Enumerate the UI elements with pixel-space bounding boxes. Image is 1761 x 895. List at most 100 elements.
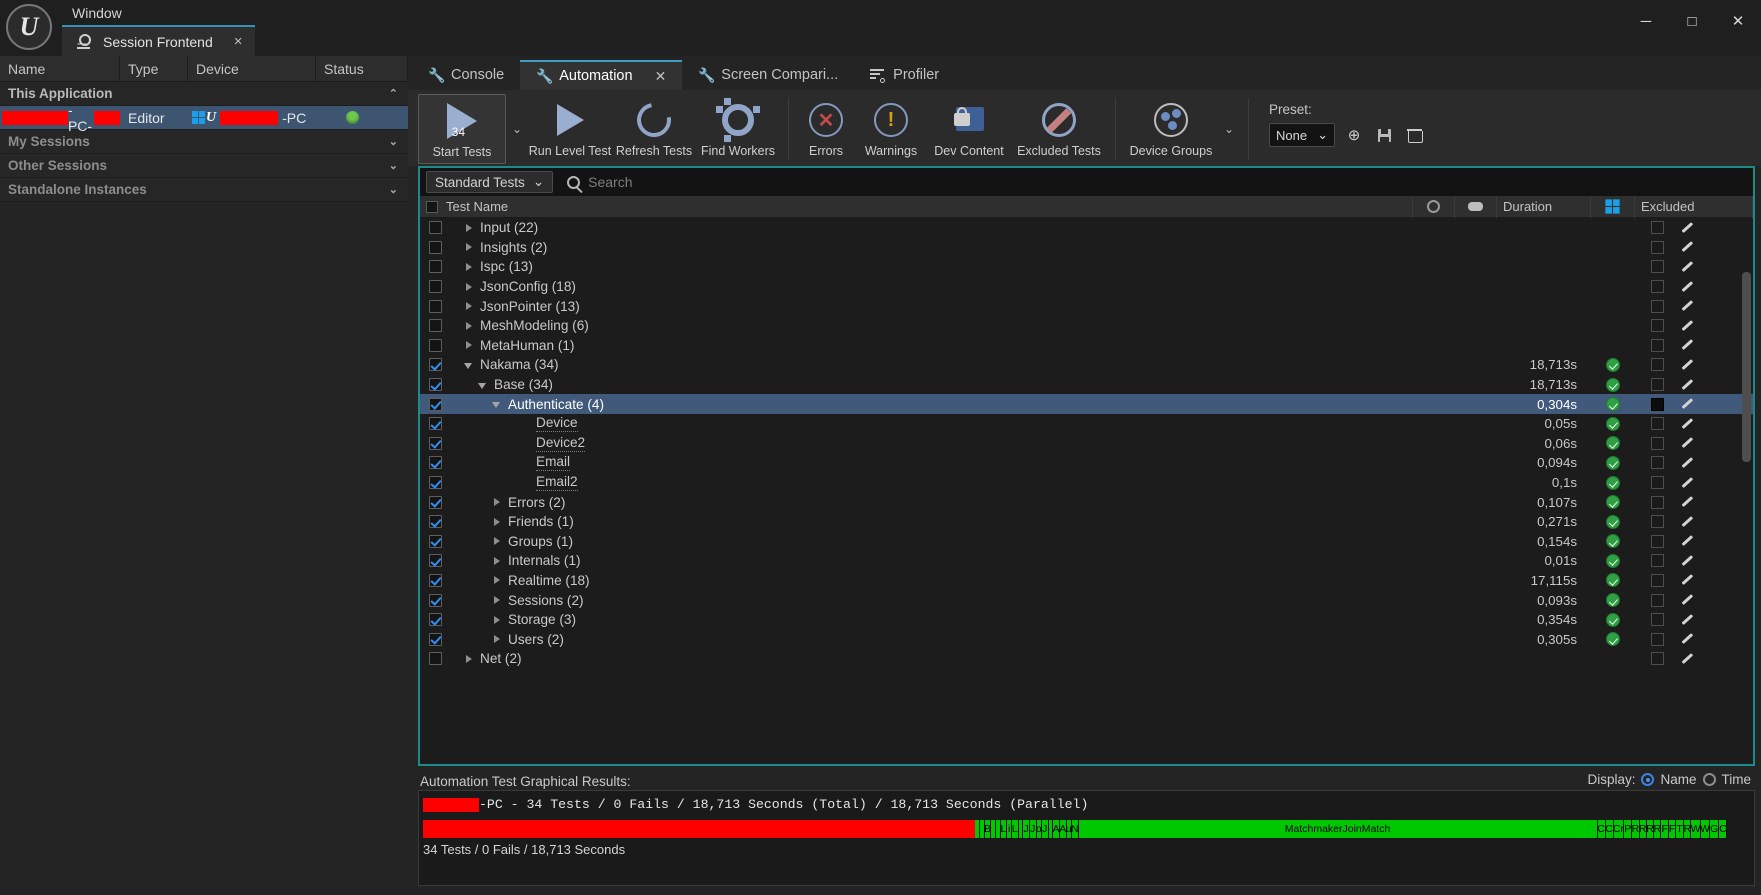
find-workers-button[interactable]: Find Workers <box>696 94 780 164</box>
header-duration[interactable]: Duration <box>1497 196 1591 218</box>
row-excluded-checkbox[interactable] <box>1651 535 1664 548</box>
row-checkbox[interactable] <box>429 535 442 548</box>
table-row[interactable]: MetaHuman (1) <box>420 336 1753 356</box>
timeline-segment[interactable]: J <box>1023 820 1030 838</box>
row-excluded-checkbox[interactable] <box>1651 319 1664 332</box>
timeline-segment[interactable]: A <box>1053 820 1060 838</box>
row-excluded-checkbox[interactable] <box>1651 613 1664 626</box>
dev-content-button[interactable]: Dev Content <box>927 94 1011 164</box>
timeline-segment[interactable]: L <box>1001 820 1008 838</box>
timeline-segment[interactable]: G <box>1710 820 1719 838</box>
test-tree[interactable]: Input (22)Insights (2)Ispc (13)JsonConfi… <box>420 218 1753 764</box>
start-tests-dropdown-caret-icon[interactable]: ⌄ <box>506 94 528 164</box>
timeline-segment[interactable]: N <box>1072 820 1079 838</box>
expand-arrow-open-icon[interactable] <box>492 399 502 409</box>
edit-pencil-icon[interactable] <box>1680 378 1694 392</box>
row-excluded-checkbox[interactable] <box>1651 398 1664 411</box>
row-checkbox[interactable] <box>429 260 442 273</box>
run-level-test-button[interactable]: Run Level Test <box>528 94 612 164</box>
timeline-segment[interactable]: C <box>1719 820 1727 838</box>
results-timeline[interactable]: BLiLJJoJAAuNMatchmakerJoinMatchCCCrPRRRR… <box>423 820 1754 838</box>
timeline-segment[interactable]: A <box>1060 820 1067 838</box>
table-row[interactable]: Input (22) <box>420 218 1753 238</box>
row-checkbox[interactable] <box>429 398 442 411</box>
maximize-button[interactable]: □ <box>1669 0 1715 42</box>
delete-preset-button[interactable] <box>1403 124 1425 146</box>
row-excluded-checkbox[interactable] <box>1651 476 1664 489</box>
header-excluded[interactable]: Excluded <box>1635 196 1753 218</box>
timeline-segment[interactable]: T <box>1676 820 1684 838</box>
table-row[interactable]: Friends (1)0,271s <box>420 512 1753 532</box>
timeline-segment[interactable]: MatchmakerJoinMatch <box>1079 820 1598 838</box>
timeline-segment[interactable]: P <box>1624 820 1632 838</box>
refresh-tests-button[interactable]: Refresh Tests <box>612 94 696 164</box>
timeline-segment[interactable]: F <box>1661 820 1668 838</box>
table-row[interactable]: Device20,06s <box>420 434 1753 454</box>
expand-arrow-closed-icon[interactable] <box>492 615 502 625</box>
edit-pencil-icon[interactable] <box>1680 534 1694 548</box>
timeline-segment[interactable]: R <box>1640 820 1647 838</box>
table-row[interactable]: Base (34)18,713s <box>420 375 1753 395</box>
row-checkbox[interactable] <box>429 476 442 489</box>
edit-pencil-icon[interactable] <box>1680 573 1694 587</box>
device-groups-caret-icon[interactable]: ⌄ <box>1218 94 1240 164</box>
edit-pencil-icon[interactable] <box>1680 319 1694 333</box>
timeline-segment[interactable]: R <box>1654 820 1661 838</box>
display-name-radio[interactable] <box>1641 773 1654 786</box>
row-checkbox[interactable] <box>429 437 442 450</box>
tab-automation-close-icon[interactable]: ✕ <box>655 68 667 85</box>
edit-pencil-icon[interactable] <box>1680 515 1694 529</box>
table-row[interactable]: Authenticate (4)0,304s <box>420 394 1753 414</box>
edit-pencil-icon[interactable] <box>1680 652 1694 666</box>
row-excluded-checkbox[interactable] <box>1651 652 1664 665</box>
start-tests-button[interactable]: 34 Start Tests <box>418 94 506 164</box>
row-checkbox[interactable] <box>429 241 442 254</box>
row-checkbox[interactable] <box>429 633 442 646</box>
test-preset-filter-select[interactable]: Standard Tests ⌄ <box>426 171 553 193</box>
expand-arrow-closed-icon[interactable] <box>492 556 502 566</box>
table-row[interactable]: Errors (2)0,107s <box>420 492 1753 512</box>
timeline-segment[interactable]: C <box>1598 820 1606 838</box>
display-time-radio[interactable] <box>1703 773 1716 786</box>
errors-filter-button[interactable]: ✕ Errors <box>797 94 855 164</box>
expand-arrow-closed-icon[interactable] <box>492 575 502 585</box>
session-group-other-sessions[interactable]: Other Sessions ⌄ <box>0 154 408 178</box>
timeline-segment[interactable]: R <box>1684 820 1691 838</box>
tab-screen-comparison[interactable]: 🔧 Screen Compari... <box>682 60 854 90</box>
session-group-my-sessions[interactable]: My Sessions ⌄ <box>0 130 408 154</box>
table-row[interactable]: Email20,1s <box>420 473 1753 493</box>
timeline-segment[interactable]: R <box>1647 820 1654 838</box>
row-excluded-checkbox[interactable] <box>1651 300 1664 313</box>
session-col-type[interactable]: Type <box>120 56 188 81</box>
edit-pencil-icon[interactable] <box>1680 299 1694 313</box>
table-row[interactable]: Sessions (2)0,093s <box>420 590 1753 610</box>
session-row-editor[interactable]: -PC- Editor U -PC <box>0 106 408 130</box>
timeline-segment[interactable]: L <box>1012 820 1019 838</box>
preset-select[interactable]: None ⌄ <box>1269 123 1335 147</box>
table-row[interactable]: Users (2)0,305s <box>420 629 1753 649</box>
row-excluded-checkbox[interactable] <box>1651 456 1664 469</box>
row-excluded-checkbox[interactable] <box>1651 339 1664 352</box>
table-row[interactable]: Ispc (13) <box>420 257 1753 277</box>
session-col-status[interactable]: Status <box>316 56 408 81</box>
timeline-segment[interactable]: C <box>1606 820 1614 838</box>
edit-pencil-icon[interactable] <box>1680 280 1694 294</box>
header-device-icon[interactable] <box>1455 196 1497 218</box>
edit-pencil-icon[interactable] <box>1680 260 1694 274</box>
row-excluded-checkbox[interactable] <box>1651 241 1664 254</box>
expand-arrow-closed-icon[interactable] <box>492 497 502 507</box>
tab-session-frontend-close-icon[interactable]: × <box>234 33 243 50</box>
edit-pencil-icon[interactable] <box>1680 495 1694 509</box>
edit-pencil-icon[interactable] <box>1680 338 1694 352</box>
edit-pencil-icon[interactable] <box>1680 476 1694 490</box>
table-row[interactable]: JsonConfig (18) <box>420 277 1753 297</box>
edit-pencil-icon[interactable] <box>1680 632 1694 646</box>
row-excluded-checkbox[interactable] <box>1651 437 1664 450</box>
edit-pencil-icon[interactable] <box>1680 436 1694 450</box>
test-tree-scrollbar[interactable] <box>1742 272 1751 462</box>
add-preset-button[interactable]: ⊕ <box>1343 124 1365 146</box>
edit-pencil-icon[interactable] <box>1680 456 1694 470</box>
expand-arrow-closed-icon[interactable] <box>464 340 474 350</box>
timeline-segment[interactable]: Cr <box>1614 820 1625 838</box>
row-checkbox[interactable] <box>429 280 442 293</box>
